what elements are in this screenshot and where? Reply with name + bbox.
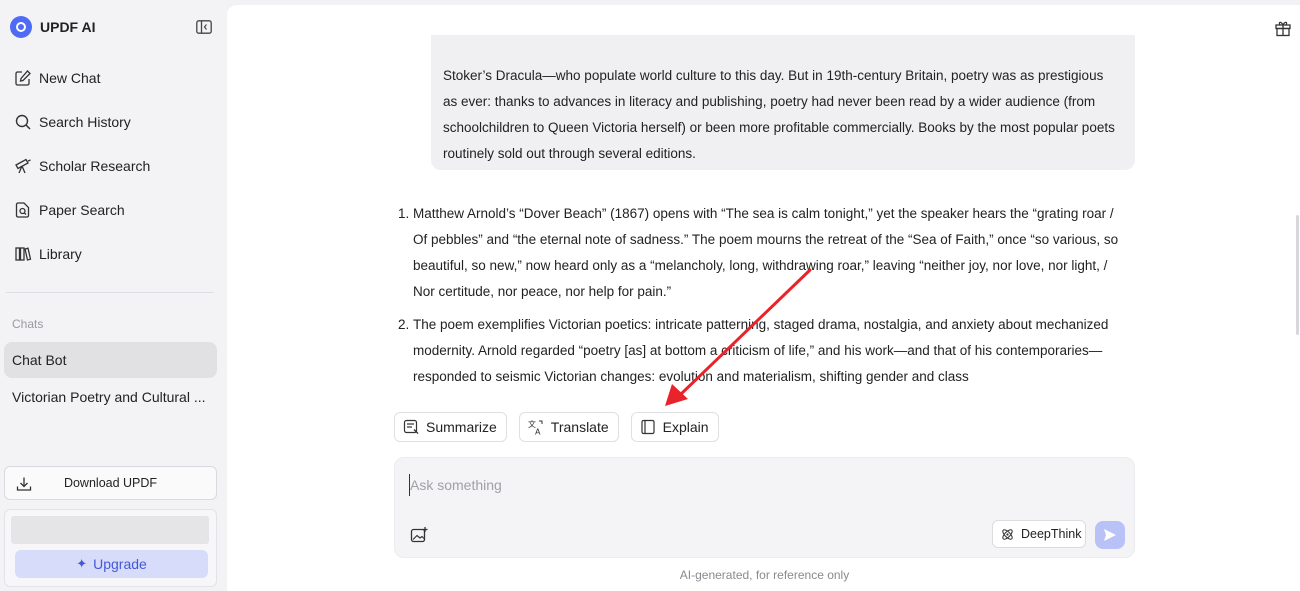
sidebar-item-paper-search[interactable]: Paper Search xyxy=(0,188,226,232)
download-icon xyxy=(16,477,32,491)
user-message-bubble: Stoker’s Dracula—who populate world cult… xyxy=(431,35,1135,170)
telescope-icon xyxy=(15,158,31,174)
explain-button[interactable]: Explain xyxy=(630,412,719,442)
send-button[interactable] xyxy=(1095,521,1125,549)
sidebar: UPDF AI New Chat Search History Scholar … xyxy=(0,0,226,591)
download-updf-label: Download UPDF xyxy=(63,476,158,490)
chat-item-victorian-poetry[interactable]: Victorian Poetry and Cultural ... xyxy=(4,379,217,415)
gift-icon[interactable] xyxy=(1274,19,1292,37)
account-info-placeholder xyxy=(11,516,209,544)
upgrade-button[interactable]: ✦ Upgrade xyxy=(15,550,208,578)
chat-input-box: DeepThink xyxy=(394,457,1135,558)
sidebar-item-label: Scholar Research xyxy=(39,158,151,174)
sidebar-item-label: New Chat xyxy=(39,70,101,86)
ai-disclaimer: AI-generated, for reference only xyxy=(679,568,850,582)
chat-item-chat-bot[interactable]: Chat Bot xyxy=(4,342,217,378)
ask-input[interactable] xyxy=(409,474,970,496)
summarize-button[interactable]: Summarize xyxy=(394,412,507,442)
deepthink-toggle[interactable]: DeepThink xyxy=(992,520,1086,548)
sidebar-item-search-history[interactable]: Search History xyxy=(0,100,226,144)
ai-answer: Matthew Arnold’s “Dover Beach” (1867) op… xyxy=(395,201,1130,391)
image-upload-icon[interactable] xyxy=(410,526,428,544)
download-updf-button[interactable]: Download UPDF xyxy=(4,466,217,500)
answer-list: Matthew Arnold’s “Dover Beach” (1867) op… xyxy=(395,201,1130,390)
user-message-text: Stoker’s Dracula—who populate world cult… xyxy=(443,68,1115,161)
book-icon xyxy=(641,419,655,435)
library-icon xyxy=(15,247,32,261)
edit-icon xyxy=(15,70,31,86)
answer-list-item: The poem exemplifies Victorian poetics: … xyxy=(413,312,1130,390)
atom-icon xyxy=(1002,528,1013,540)
explain-label: Explain xyxy=(662,419,709,435)
document-search-icon xyxy=(15,202,30,218)
translate-icon: 文 A xyxy=(528,419,543,436)
sidebar-nav: New Chat Search History Scholar Research xyxy=(0,56,226,276)
svg-text:A: A xyxy=(535,428,541,436)
sidebar-item-scholar-research[interactable]: Scholar Research xyxy=(0,144,226,188)
sidebar-item-label: Library xyxy=(39,246,82,262)
chat-scrollbar[interactable] xyxy=(1296,215,1299,335)
translate-label: Translate xyxy=(550,419,609,435)
sidebar-item-label: Search History xyxy=(39,114,131,130)
chat-panel: Stoker’s Dracula—who populate world cult… xyxy=(227,5,1300,591)
upgrade-card: ✦ Upgrade xyxy=(4,509,217,587)
summarize-label: Summarize xyxy=(426,419,497,435)
deepthink-label: DeepThink xyxy=(1021,527,1082,541)
summarize-icon xyxy=(403,419,419,434)
translate-button[interactable]: 文 A Translate xyxy=(518,412,619,442)
sidebar-item-new-chat[interactable]: New Chat xyxy=(0,56,226,100)
upgrade-label: Upgrade xyxy=(93,556,147,572)
quick-actions: Summarize 文 A Translate Explain xyxy=(394,412,731,442)
brand[interactable]: UPDF AI xyxy=(10,16,95,38)
brand-name: UPDF AI xyxy=(40,19,96,35)
updf-logo-icon xyxy=(10,16,32,38)
chats-section-label: Chats xyxy=(12,317,44,331)
send-icon xyxy=(1104,529,1116,541)
sparkle-icon: ✦ xyxy=(76,556,88,571)
answer-list-item: Matthew Arnold’s “Dover Beach” (1867) op… xyxy=(413,201,1130,305)
sidebar-divider xyxy=(6,292,214,293)
sidebar-item-label: Paper Search xyxy=(39,202,125,218)
sidebar-item-library[interactable]: Library xyxy=(0,232,226,276)
search-icon xyxy=(15,114,31,130)
sidebar-collapse-icon[interactable] xyxy=(196,20,212,34)
